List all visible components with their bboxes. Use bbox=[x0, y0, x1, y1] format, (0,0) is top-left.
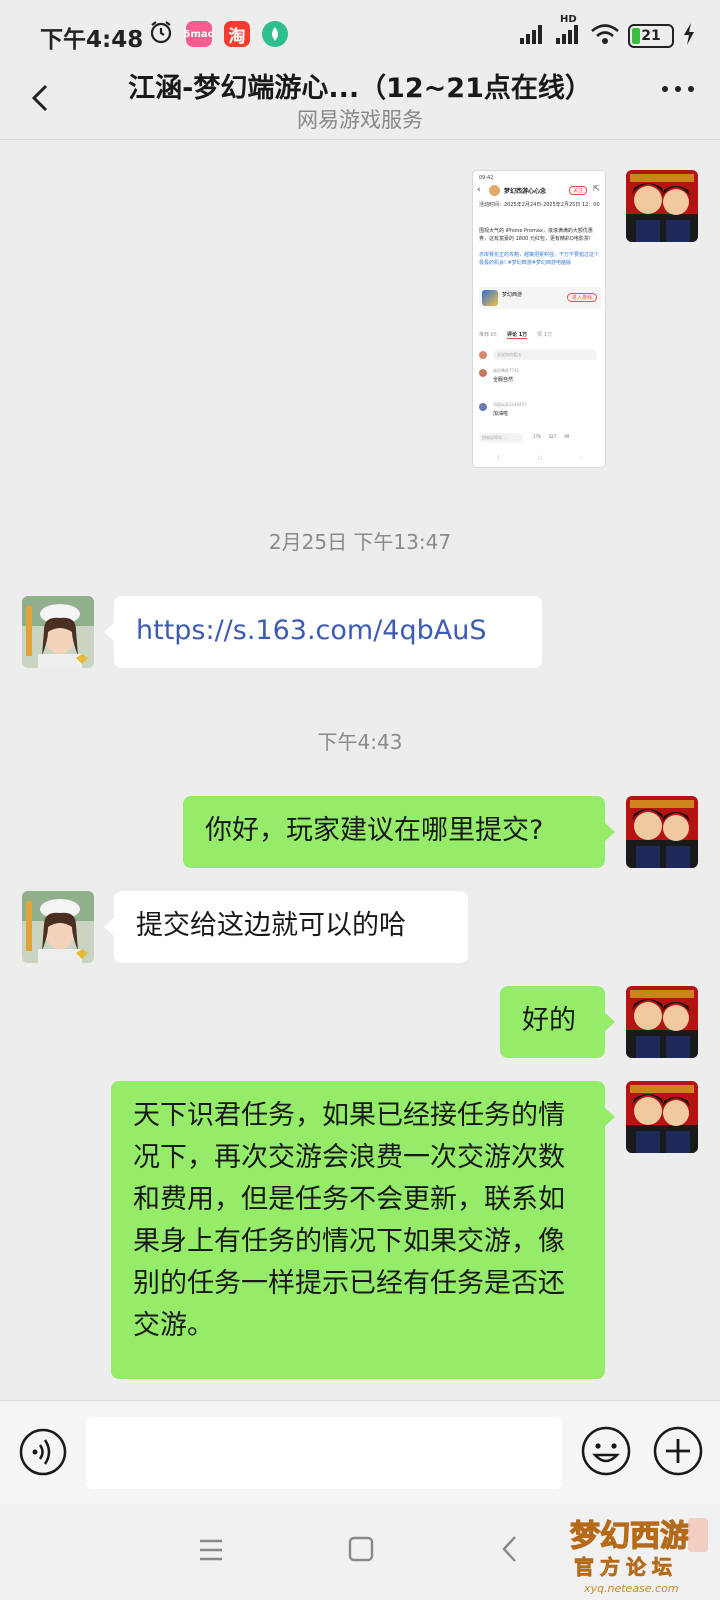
shot-count: 99 bbox=[564, 434, 570, 439]
shot-tab: 推荐 65 bbox=[479, 332, 497, 338]
watermark-subtitle: 官方论坛 bbox=[574, 1555, 678, 1579]
watermark-title: 梦幻西游 bbox=[570, 1519, 690, 1554]
shot-comment-user: 风雨玩家3244407 bbox=[493, 402, 527, 407]
shot-avatar bbox=[489, 185, 500, 196]
my-message[interactable]: 你好，玩家建议在哪里提交? bbox=[183, 796, 615, 868]
emoji-icon bbox=[581, 1426, 631, 1476]
agent-message[interactable]: 提交给这边就可以的哈 bbox=[104, 891, 468, 963]
my-avatar[interactable] bbox=[626, 170, 698, 242]
back-button[interactable] bbox=[22, 78, 62, 118]
wifi-icon bbox=[590, 22, 620, 50]
shot-comment-text: 加油啦 bbox=[493, 411, 509, 417]
more-dot-icon bbox=[688, 86, 694, 92]
message-timestamp: 下午4:43 bbox=[317, 730, 403, 754]
notification-icons: 5mao 淘 bbox=[148, 20, 288, 48]
home-square-icon bbox=[348, 1536, 374, 1562]
message-timestamp: 2月25日 下午13:47 bbox=[268, 530, 452, 554]
battery-icon: 21 bbox=[628, 24, 674, 48]
shot-comment-avatar bbox=[479, 369, 487, 377]
shot-comment-avatar bbox=[479, 403, 487, 411]
my-avatar[interactable] bbox=[626, 1081, 698, 1153]
shot-body: 围观大气的 iPhone Promax，滚滚满满的大额优惠券，这有富豪的 180… bbox=[479, 228, 593, 242]
message-text: 你好，玩家建议在哪里提交? bbox=[205, 815, 544, 846]
shot-tab: 赞 1万 bbox=[537, 332, 552, 338]
status-right: HD 21 bbox=[518, 14, 696, 50]
app-icon-pink: 5mao bbox=[184, 21, 215, 47]
recent-apps-button[interactable] bbox=[198, 1538, 224, 1566]
forum-watermark-logo: 梦幻西游 官方论坛 xyq.netease.com bbox=[566, 1508, 714, 1596]
shot-game-button: 进入游戏 bbox=[566, 293, 597, 302]
watermark-url: xyq.netease.com bbox=[583, 1582, 679, 1595]
status-bar: 下午4:48 5mao 淘 HD 21 bbox=[0, 0, 720, 66]
shot-comment-avatar bbox=[479, 351, 487, 359]
shot-game-card: 梦幻西游 进入游戏 bbox=[479, 287, 601, 309]
shot-comment-text: 全服自然 bbox=[493, 377, 514, 383]
my-avatar[interactable] bbox=[626, 796, 698, 868]
menu-icon bbox=[200, 1539, 222, 1561]
plus-icon bbox=[653, 1426, 703, 1476]
signal-hd-icon: HD bbox=[554, 14, 582, 50]
add-more-button[interactable] bbox=[652, 1425, 704, 1481]
shot-game-icon bbox=[482, 290, 498, 306]
shot-tabs: 推荐 65 评论 1万 赞 1万 bbox=[479, 331, 601, 339]
voice-input-button[interactable] bbox=[18, 1427, 68, 1481]
charging-icon bbox=[682, 22, 696, 50]
agent-avatar[interactable] bbox=[22, 891, 94, 963]
agent-message-link[interactable]: https://s.163.com/4qbAuS bbox=[104, 596, 542, 668]
back-arrow-icon bbox=[31, 84, 48, 112]
more-dot-icon bbox=[675, 86, 681, 92]
home-button[interactable] bbox=[348, 1536, 374, 1566]
shot-back-icon: ‹ bbox=[477, 185, 481, 195]
shot-activity-time: 活动时间：2025年2月24日-2025年2月25日 12：00 bbox=[479, 202, 600, 208]
shot-sys-nav: | ○ ‹ bbox=[497, 455, 582, 461]
shot-count: 327 bbox=[548, 434, 557, 439]
app-icon-green bbox=[262, 21, 288, 47]
shot-follow-button: 关注 bbox=[569, 186, 588, 195]
alarm-icon bbox=[148, 19, 174, 49]
shot-count: 179 bbox=[533, 434, 541, 439]
shot-footer-input: 快来说两句... bbox=[479, 433, 523, 442]
system-back-button[interactable] bbox=[500, 1534, 520, 1568]
taobao-icon: 淘 bbox=[224, 21, 250, 47]
message-text: 天下识君任务，如果已经接任务的情况下，再次交游会浪费一次交游次数和费用，但是任务… bbox=[133, 1100, 565, 1341]
shot-body-2: 赤岸赛花正的攻略，越策把累积强，干万不要错过这个极极的机会! #梦幻西游#梦幻西… bbox=[479, 252, 600, 266]
shot-footer-counts: 179 327 99 bbox=[533, 434, 569, 439]
message-input[interactable] bbox=[86, 1417, 562, 1489]
emoji-button[interactable] bbox=[580, 1425, 632, 1481]
input-bar bbox=[0, 1400, 720, 1504]
shot-tab: 评论 1万 bbox=[506, 332, 528, 339]
shot-comment-user: 放风筝的7741 bbox=[493, 368, 520, 373]
shot-game-name: 梦幻西游 bbox=[502, 292, 523, 298]
shot-page-title: 梦幻西游心心念 bbox=[504, 188, 547, 195]
signal-icon bbox=[518, 22, 546, 50]
network-label: HD bbox=[560, 14, 577, 25]
chat-header: 江涵-梦幻端游心...（12~21点在线） 网易游戏服务 bbox=[0, 66, 720, 140]
back-chevron-icon bbox=[502, 1536, 516, 1562]
my-avatar[interactable] bbox=[626, 986, 698, 1058]
my-message[interactable]: 好的 bbox=[500, 986, 615, 1058]
shot-comment-input: 说说你的看法 bbox=[493, 350, 597, 360]
status-time: 下午4:48 bbox=[40, 27, 144, 53]
more-options-button[interactable] bbox=[662, 86, 694, 92]
voice-icon bbox=[19, 1428, 67, 1476]
more-dot-icon bbox=[662, 86, 668, 92]
shot-status: 09:42 bbox=[479, 175, 494, 181]
my-message-long[interactable]: 天下识君任务，如果已经接任务的情况下，再次交游会浪费一次交游次数和费用，但是任务… bbox=[111, 1081, 615, 1379]
message-text: 好的 bbox=[522, 1005, 576, 1036]
message-text: 提交给这边就可以的哈 bbox=[136, 910, 406, 941]
shared-screenshot-image[interactable]: 09:42 ‹ 梦幻西游心心念 关注 ⇱ 活动时间：2025年2月24日-202… bbox=[472, 170, 606, 468]
shot-share-icon: ⇱ bbox=[593, 184, 600, 193]
chat-subtitle: 网易游戏服务 bbox=[297, 108, 423, 132]
chat-title: 江涵-梦幻端游心...（12~21点在线） bbox=[128, 73, 592, 104]
link-text[interactable]: https://s.163.com/4qbAuS bbox=[136, 615, 487, 646]
battery-level: 21 bbox=[641, 28, 661, 44]
agent-avatar[interactable] bbox=[22, 596, 94, 668]
